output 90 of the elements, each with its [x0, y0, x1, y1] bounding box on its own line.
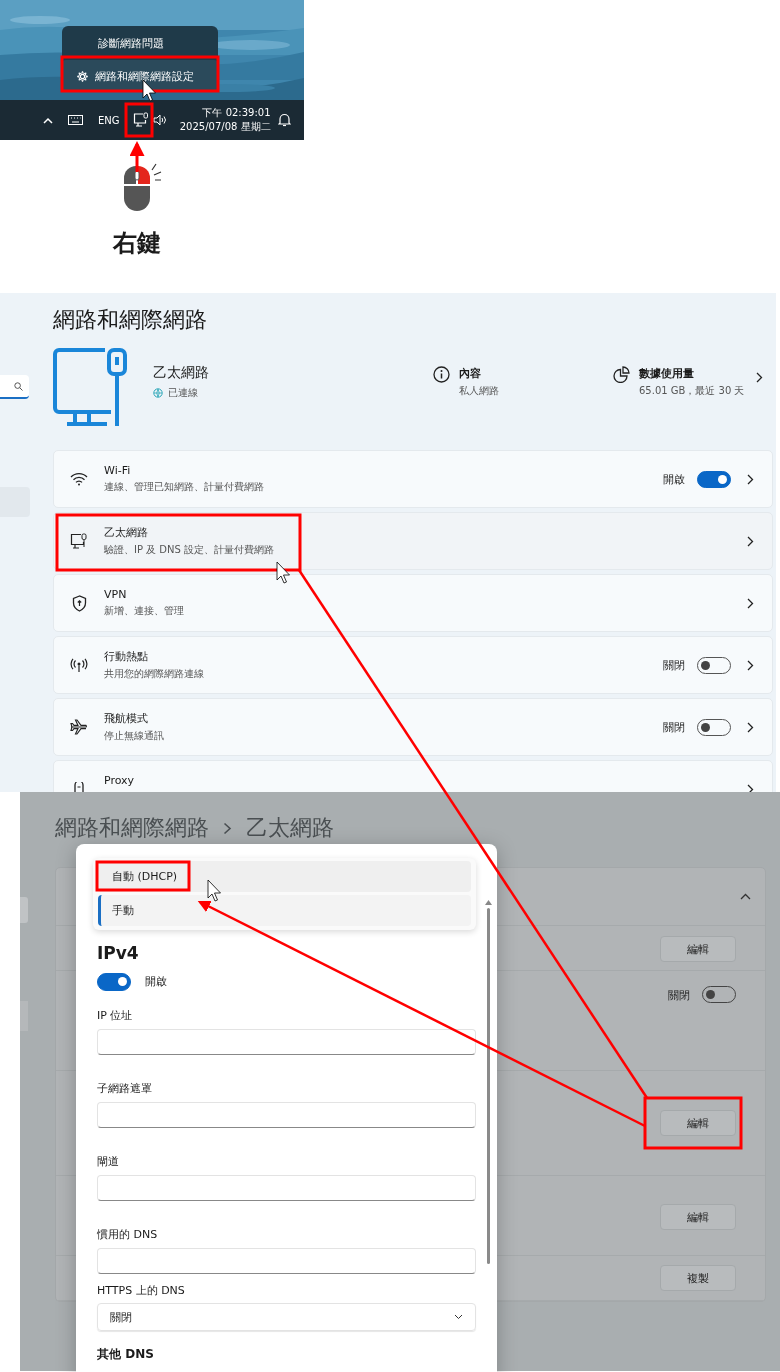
field-label: 閘道 — [97, 1154, 120, 1170]
connection-name: 乙太網路 — [153, 364, 210, 382]
breadcrumb-link[interactable]: 網路和網際網路 — [55, 813, 209, 843]
toggle-label: 關閉 — [663, 719, 685, 735]
search-icon — [14, 381, 23, 391]
field-label: HTTPS 上的 DNS — [97, 1283, 186, 1299]
edit-button[interactable]: 複製 — [660, 1265, 736, 1291]
data-usage-link[interactable]: 數據使用量 65.01 GB，最近 30 天 — [613, 366, 773, 398]
hotspot-icon — [70, 657, 88, 673]
airplane-icon — [70, 719, 88, 735]
toggle-label: 關閉 — [663, 657, 685, 673]
settings-row[interactable]: 乙太網路 驗證、IP 及 DNS 設定、計量付費網路 — [53, 512, 773, 570]
dropdown-option[interactable]: 自動 (DHCP) — [98, 861, 471, 892]
properties-title: 內容 — [459, 366, 482, 381]
data-usage-title: 數據使用量 — [639, 366, 695, 381]
pie-chart-icon — [613, 366, 630, 383]
row-description: 停止無線通訊 — [104, 729, 165, 743]
bell-icon[interactable] — [277, 113, 291, 127]
section-heading: 其他 DNS — [97, 1346, 155, 1363]
clock-date[interactable]: 2025/07/08 星期二 — [179, 120, 271, 134]
settings-row[interactable]: 飛航模式 停止無線通訊 關閉 — [53, 698, 773, 756]
toggle-switch[interactable] — [97, 973, 131, 991]
menu-item[interactable]: 診斷網路問題 — [62, 27, 218, 59]
row-description: 新增、連接、管理 — [104, 604, 185, 618]
chevron-right-icon — [747, 535, 754, 547]
mouse-caption: 右鍵 — [113, 228, 161, 258]
settings-row[interactable]: VPN 新增、連接、管理 — [53, 574, 773, 632]
row-title: VPN — [104, 588, 128, 601]
wifi-icon — [70, 472, 88, 486]
scrollbar[interactable] — [485, 900, 492, 1264]
field-label: 慣用的 DNS — [97, 1227, 159, 1243]
speaker-icon[interactable] — [152, 114, 167, 126]
row-description: 連線、管理已知網路、計量付費網路 — [104, 480, 265, 494]
input-field[interactable] — [97, 1175, 476, 1201]
page-title: 乙太網路 — [246, 814, 334, 842]
language-indicator[interactable]: ENG — [98, 114, 120, 126]
input-field[interactable] — [97, 1102, 476, 1128]
data-usage-value: 65.01 GB，最近 30 天 — [639, 384, 745, 398]
dropdown[interactable]: 關閉 — [97, 1303, 476, 1331]
toggle-label: 開啟 — [663, 471, 685, 487]
shield-icon — [71, 594, 87, 612]
cursor-icon — [276, 561, 290, 584]
edit-button[interactable]: 編輯 — [660, 936, 736, 962]
settings-row[interactable]: 行動熱點 共用您的網際網路連線 關閉 — [53, 636, 773, 694]
settings-row[interactable]: Proxy — [53, 760, 773, 792]
section-heading: IPv4 — [97, 942, 140, 964]
search-field[interactable] — [20, 897, 28, 923]
connection-status: 已連線 — [168, 386, 198, 400]
input-field[interactable] — [97, 1248, 476, 1274]
chevron-down-icon — [454, 1314, 463, 1320]
network-profile: 私人網路 — [459, 384, 499, 398]
chevron-right-icon — [747, 597, 754, 609]
cursor-icon — [207, 879, 221, 902]
chevron-right-icon — [223, 821, 232, 835]
toggle-label: 關閉 — [668, 988, 690, 1003]
input-field[interactable] — [97, 1029, 476, 1055]
properties-link[interactable]: 內容 私人網路 — [433, 366, 613, 398]
field-label: 子網路遮罩 — [97, 1081, 153, 1097]
edit-button[interactable]: 編輯 — [660, 1204, 736, 1230]
field-label: IP 位址 — [97, 1008, 134, 1024]
settings-icon — [76, 69, 89, 83]
chevron-right-icon — [747, 473, 754, 485]
row-title: 行動熱點 — [104, 649, 149, 664]
clock-time[interactable]: 下午 02:39:01 — [202, 106, 271, 120]
row-title: 乙太網路 — [104, 525, 149, 540]
menu-item[interactable]: 網路和網際網路設定 — [62, 60, 218, 92]
row-description: 共用您的網際網路連線 — [104, 667, 205, 681]
pointer-arrow — [129, 141, 145, 172]
row-title: Proxy — [104, 774, 136, 787]
chevron-right-icon — [747, 659, 754, 671]
edit-button[interactable]: 編輯 — [660, 1110, 736, 1136]
keyboard-icon[interactable] — [68, 115, 83, 125]
row-title: Wi-Fi — [104, 464, 132, 477]
chevron-up-icon[interactable] — [740, 893, 751, 900]
settings-row[interactable]: Wi-Fi 連線、管理已知網路、計量付費網路 開啟 — [53, 450, 773, 508]
scroll-up-icon[interactable] — [485, 900, 492, 905]
monitor-icon[interactable] — [132, 112, 149, 128]
page-title: 網路和網際網路 — [53, 306, 208, 334]
info-icon — [433, 366, 450, 383]
toggle-switch[interactable] — [697, 470, 731, 488]
globe-icon — [153, 388, 163, 398]
proxy-icon — [73, 782, 85, 792]
monitor-icon — [70, 532, 88, 550]
row-title: 飛航模式 — [104, 711, 149, 726]
row-description: 驗證、IP 及 DNS 設定、計量付費網路 — [104, 543, 276, 557]
search-field[interactable] — [0, 375, 29, 399]
toggle-label: 開啟 — [145, 974, 167, 990]
chevron-right-icon — [747, 721, 754, 733]
chevron-right-icon — [756, 372, 763, 383]
dropdown-option[interactable]: 手動 — [98, 895, 471, 926]
